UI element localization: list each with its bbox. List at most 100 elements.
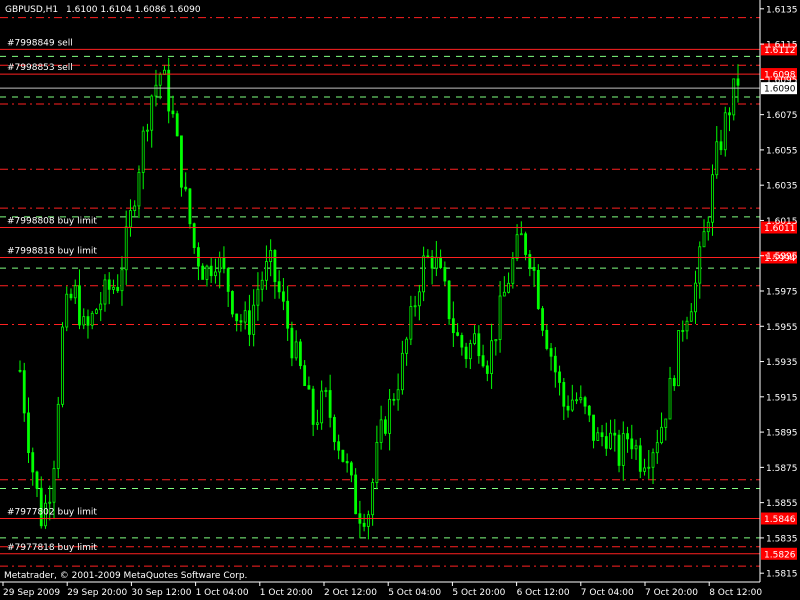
candle-body xyxy=(447,280,451,320)
candle-body xyxy=(239,320,243,323)
candle-body xyxy=(558,371,561,383)
candle-body xyxy=(226,268,230,292)
order-price-tag-text: 1.5846 xyxy=(764,515,796,525)
candle-body xyxy=(417,291,421,307)
candle-body xyxy=(456,332,459,336)
candle-body xyxy=(95,309,98,314)
candle-body xyxy=(719,141,723,151)
candle-body xyxy=(129,210,132,228)
x-tick-label: 7 Oct 04:00 xyxy=(581,588,634,598)
candle-body xyxy=(477,333,481,357)
candle-body xyxy=(150,95,154,131)
candle-body xyxy=(549,348,553,357)
candle-body xyxy=(269,250,273,262)
candle-body xyxy=(299,341,302,367)
candle-body xyxy=(375,442,379,483)
candle-body xyxy=(711,174,714,223)
candle-body xyxy=(103,279,107,305)
candle-body xyxy=(490,340,493,374)
candle-body xyxy=(27,412,30,454)
order-label: #7977802 buy limit xyxy=(7,508,97,518)
candle-body xyxy=(35,471,39,489)
candle-body xyxy=(65,293,69,328)
candle-body xyxy=(655,442,659,454)
candle-body xyxy=(609,432,612,449)
candle-body xyxy=(112,286,115,290)
y-tick-label: 1.6075 xyxy=(766,111,798,121)
candle-body xyxy=(222,257,226,269)
candle-body xyxy=(460,335,464,348)
x-tick-label: 8 Oct 12:00 xyxy=(709,588,762,598)
candle-body xyxy=(362,522,366,527)
candle-body xyxy=(282,291,285,302)
candle-body xyxy=(307,385,311,390)
y-tick-label: 1.5955 xyxy=(766,323,798,333)
candle-body xyxy=(400,352,404,391)
candle-body xyxy=(184,186,188,190)
candle-body xyxy=(575,399,578,402)
current-price-tag-text: 1.6090 xyxy=(764,85,796,95)
candle-body xyxy=(328,390,332,418)
candle-body xyxy=(434,256,438,269)
candle-body xyxy=(235,313,239,322)
candle-body xyxy=(511,258,515,284)
candle-body xyxy=(107,279,111,290)
candle-body xyxy=(439,256,443,268)
candle-body xyxy=(61,326,64,405)
candle-body xyxy=(706,221,710,233)
x-tick-label: 1 Oct 20:00 xyxy=(260,588,313,598)
candle-body xyxy=(732,78,736,116)
candle-body xyxy=(260,279,264,290)
y-tick-label: 1.6055 xyxy=(766,146,798,156)
candle-body xyxy=(498,295,502,340)
candle-body xyxy=(383,419,387,434)
candle-body xyxy=(473,333,476,344)
candle-body xyxy=(324,390,328,392)
candle-body xyxy=(175,113,179,137)
x-tick-label: 29 Sep 2009 xyxy=(3,588,60,598)
candle-body xyxy=(133,205,137,211)
candle-body xyxy=(218,257,222,273)
candle-body xyxy=(630,438,634,450)
candle-body xyxy=(587,405,591,416)
x-tick-label: 7 Oct 20:00 xyxy=(645,588,698,598)
candle-body xyxy=(613,432,617,436)
candle-body xyxy=(396,389,400,401)
candle-body xyxy=(405,338,409,354)
y-tick-label: 1.5855 xyxy=(766,499,798,509)
candle-body xyxy=(248,310,251,335)
candle-body xyxy=(392,398,396,401)
candle-body xyxy=(532,266,536,271)
candle-body xyxy=(158,74,162,86)
candle-body xyxy=(651,452,655,468)
candle-body xyxy=(99,303,103,311)
candle-body xyxy=(265,261,268,281)
price-chart[interactable]: #7998849 sell1.6112#7998853 sell1.6098#7… xyxy=(0,0,800,600)
candle-body xyxy=(736,78,740,86)
candle-body xyxy=(519,233,523,236)
candle-body xyxy=(634,445,638,450)
candle-body xyxy=(600,432,604,437)
candle-body xyxy=(672,378,676,387)
y-tick-label: 1.6135 xyxy=(766,5,798,15)
candle-body xyxy=(422,255,426,293)
candle-body xyxy=(694,282,697,313)
candle-body xyxy=(311,388,315,425)
candle-body xyxy=(668,378,672,420)
candle-body xyxy=(349,462,353,476)
candle-body xyxy=(214,271,217,277)
candle-body xyxy=(413,305,417,308)
y-tick-label: 1.6035 xyxy=(766,182,798,192)
candle-body xyxy=(388,398,392,434)
candle-body xyxy=(524,233,527,255)
candle-body xyxy=(201,265,205,280)
candle-body xyxy=(294,341,298,359)
candle-body xyxy=(723,112,727,151)
candle-body xyxy=(73,285,77,299)
x-tick-label: 5 Oct 04:00 xyxy=(388,588,441,598)
y-tick-label: 1.6115 xyxy=(766,41,798,51)
y-tick-label: 1.5875 xyxy=(766,464,798,474)
candle-body xyxy=(52,468,56,503)
chart-header-ohlc: 1.6100 1.6104 1.6086 1.6090 xyxy=(66,5,201,15)
y-tick-label: 1.5995 xyxy=(766,252,798,262)
